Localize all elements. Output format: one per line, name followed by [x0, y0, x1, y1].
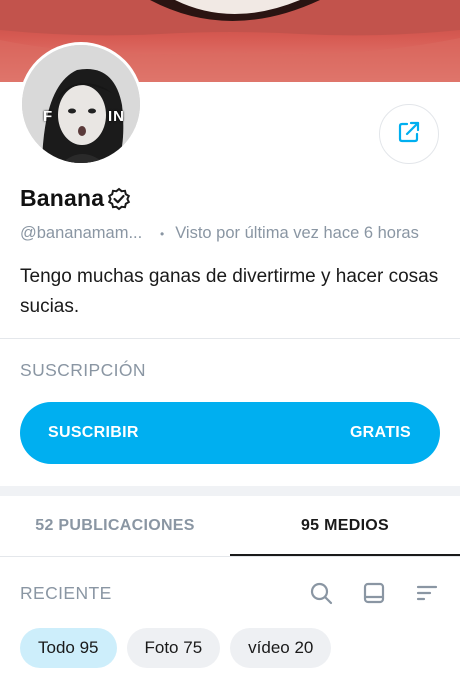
layout-icon[interactable]: [361, 580, 387, 606]
profile-name-row: Banana: [20, 185, 131, 212]
share-button[interactable]: [379, 104, 439, 164]
content-tabs: 52 PUBLICACIONES 95 MEDIOS: [0, 496, 460, 557]
subscription-title: SUSCRIPCIÓN: [20, 360, 146, 380]
chip-foto[interactable]: Foto 75: [126, 628, 221, 668]
search-icon[interactable]: [308, 580, 334, 606]
chip-todo[interactable]: Todo 95: [20, 628, 117, 668]
avatar[interactable]: F IN: [19, 42, 143, 166]
sort-icon[interactable]: [414, 580, 440, 606]
filter-row: RECIENTE: [20, 578, 440, 608]
subscribe-price: GRATIS: [349, 424, 411, 441]
verified-icon: [107, 187, 131, 211]
share-icon: [396, 119, 422, 150]
avatar-photo: F IN: [22, 45, 140, 163]
tab-medios[interactable]: 95 MEDIOS: [230, 496, 460, 557]
profile-meta: @bananamam... • Visto por última vez hac…: [20, 224, 419, 243]
section-separator: [0, 486, 460, 496]
subscribe-label: SUSCRIBIR: [48, 424, 139, 441]
divider: [0, 338, 460, 339]
tabs-divider: [0, 556, 460, 557]
profile-bio: Tengo muchas ganas de divertirme y hacer…: [20, 266, 439, 317]
avatar-overlay-left: F: [43, 108, 54, 125]
profile-handle[interactable]: @bananamam...: [20, 224, 150, 243]
meta-separator: •: [160, 226, 165, 241]
media-filter-chips: Todo 95 Foto 75 vídeo 20: [20, 628, 341, 668]
profile-name: Banana: [20, 185, 105, 211]
sort-label[interactable]: RECIENTE: [20, 583, 112, 604]
avatar-overlay-right: IN: [108, 108, 125, 125]
filter-icons: [281, 580, 440, 606]
subscribe-button[interactable]: SUSCRIBIR GRATIS: [20, 402, 440, 464]
chip-video[interactable]: vídeo 20: [230, 628, 332, 668]
last-seen: Visto por última vez hace 6 horas: [175, 224, 419, 242]
tab-publicaciones[interactable]: 52 PUBLICACIONES: [0, 496, 230, 556]
